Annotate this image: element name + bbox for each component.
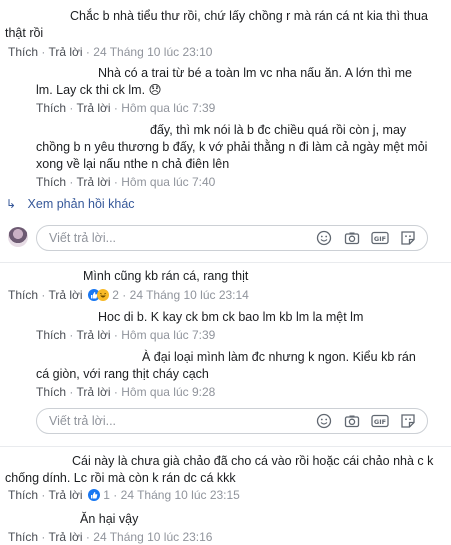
avatar xyxy=(8,227,28,247)
gif-icon[interactable]: GIF xyxy=(371,229,389,247)
timestamp[interactable]: Hôm qua lúc 7:39 xyxy=(121,101,215,115)
divider xyxy=(0,446,451,447)
comment-4-actions: Thích · Trả lời · 24 Tháng 10 lúc 23:16 xyxy=(8,530,213,544)
reply-link[interactable]: Trả lời xyxy=(48,288,82,302)
like-link[interactable]: Thích xyxy=(8,45,38,59)
camera-icon[interactable] xyxy=(343,229,361,247)
comment-2-text: Mình cũng kb rán cá, rang thịt xyxy=(83,269,249,283)
sticker-icon[interactable] xyxy=(399,412,417,430)
timestamp[interactable]: 24 Tháng 10 lúc 23:16 xyxy=(93,530,212,544)
comment-3-text: Cái này là chưa già chảo đã cho cá vào r… xyxy=(72,454,434,468)
timestamp[interactable]: 24 Tháng 10 lúc 23:14 xyxy=(130,288,249,302)
reply-1-text: Nhà có a trai từ bé a toàn lm vc nha nấu… xyxy=(98,66,412,80)
reply-link[interactable]: Trả lời xyxy=(76,328,110,342)
divider xyxy=(0,262,451,263)
reply-2-text: đấy, thì mk nói là b đc chiều quá rồi cò… xyxy=(150,123,407,137)
timestamp[interactable]: Hôm qua lúc 7:40 xyxy=(121,175,215,189)
timestamp[interactable]: 24 Tháng 10 lúc 23:15 xyxy=(121,488,240,502)
comment-1-text-line2: thật rồi xyxy=(5,26,44,40)
reply-link[interactable]: Trả lời xyxy=(48,530,82,544)
comment-1-text: Chắc b nhà tiểu thư rồi, chứ lấy chồng r… xyxy=(70,9,428,23)
timestamp[interactable]: Hôm qua lúc 7:39 xyxy=(121,328,215,342)
reply-3-actions: Thích · Trả lời · Hôm qua lúc 7:39 xyxy=(36,328,216,342)
reply-placeholder: Viết trả lời... xyxy=(49,414,117,428)
like-link[interactable]: Thích xyxy=(36,385,66,399)
comment-3-text-line2: chống dính. Lc rồi mà còn k rán dc cá kk… xyxy=(5,471,236,485)
reply-placeholder: Viết trả lời... xyxy=(49,231,117,245)
reply-arrow-icon: ↳ xyxy=(6,197,17,211)
reply-4-actions: Thích · Trả lời · Hôm qua lúc 9:28 xyxy=(36,385,216,399)
reply-link[interactable]: Trả lời xyxy=(48,488,82,502)
sticker-icon[interactable] xyxy=(399,229,417,247)
reply-2-text-line3: xong về lại nấu nthe n chả điên lên xyxy=(36,157,230,171)
smiley-icon[interactable] xyxy=(315,412,333,430)
reply-4-text: À đại loại mình làm đc nhưng k ngon. Kiể… xyxy=(142,350,416,364)
timestamp[interactable]: 24 Tháng 10 lúc 23:10 xyxy=(93,45,212,59)
reaction-count[interactable]: 1 xyxy=(103,488,110,502)
reply-link[interactable]: Trả lời xyxy=(76,175,110,189)
like-link[interactable]: Thích xyxy=(8,488,38,502)
comment-1-actions: Thích · Trả lời · 24 Tháng 10 lúc 23:10 xyxy=(8,45,213,59)
reply-link[interactable]: Trả lời xyxy=(76,385,110,399)
timestamp[interactable]: Hôm qua lúc 9:28 xyxy=(121,385,215,399)
reply-input[interactable]: Viết trả lời... GIF xyxy=(36,408,428,434)
like-link[interactable]: Thích xyxy=(36,101,66,115)
reaction-count[interactable]: 2 xyxy=(112,288,119,302)
like-reaction-icon[interactable] xyxy=(87,489,100,501)
like-link[interactable]: Thích xyxy=(36,328,66,342)
like-link[interactable]: Thích xyxy=(8,530,38,544)
svg-text:GIF: GIF xyxy=(374,418,386,426)
svg-text:GIF: GIF xyxy=(374,235,386,243)
smiley-icon[interactable] xyxy=(315,229,333,247)
sad-emoji: 😞 xyxy=(148,83,162,97)
like-link[interactable]: Thích xyxy=(36,175,66,189)
comment-2-actions: Thích · Trả lời 2 · 24 Tháng 10 lúc 23:1… xyxy=(8,288,249,302)
reply-input[interactable]: Viết trả lời... GIF xyxy=(36,225,428,251)
reply-3-text: Hoc di b. K kay ck bm ck bao lm kb lm la… xyxy=(98,310,364,324)
reply-4-text-line2: cá giòn, với rang thịt cháy cạch xyxy=(36,367,209,381)
camera-icon[interactable] xyxy=(343,412,361,430)
like-link[interactable]: Thích xyxy=(8,288,38,302)
comment-3-actions: Thích · Trả lời 1 · 24 Tháng 10 lúc 23:1… xyxy=(8,488,240,502)
reply-2-actions: Thích · Trả lời · Hôm qua lúc 7:40 xyxy=(36,175,216,189)
more-replies-link[interactable]: ↳ Xem phản hồi khác xyxy=(6,196,135,212)
reply-1-actions: Thích · Trả lời · Hôm qua lúc 7:39 xyxy=(36,101,216,115)
reply-link[interactable]: Trả lời xyxy=(48,45,82,59)
reply-1-text-line2: lm. Lay ck thi ck lm. 😞 xyxy=(36,83,162,97)
haha-reaction-icon[interactable] xyxy=(96,289,109,301)
comment-4-text: Ăn hại vậy xyxy=(80,512,139,526)
gif-icon[interactable]: GIF xyxy=(371,412,389,430)
reply-link[interactable]: Trả lời xyxy=(76,101,110,115)
reply-2-text-line2: chồng b n yêu thương b đấy, k vớ phải th… xyxy=(36,140,428,154)
